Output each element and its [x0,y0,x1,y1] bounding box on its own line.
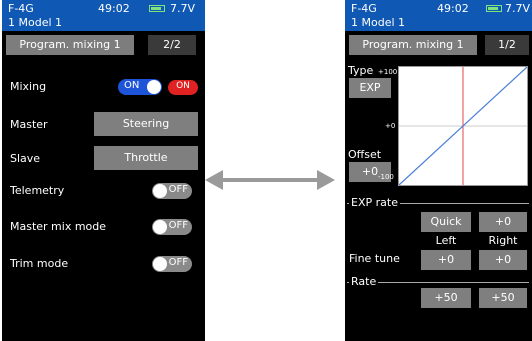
rate-right-button[interactable]: +50 [479,288,527,308]
mix-curve-graph [398,66,528,186]
timer: 49:02 [98,2,130,15]
mix-curve [398,66,528,186]
right-column-label: Right [488,234,518,247]
graph-y-mid-label: +0 [385,122,396,130]
type-label: Type [348,64,374,77]
double-arrow-icon [205,170,335,190]
offset-label: Offset [348,148,382,161]
screen-page-1: F-4G 49:02 7.7V 1 Model 1 Program. mixin… [345,0,532,341]
page-indicator[interactable]: 1/2 [485,35,529,55]
trim-mode-toggle[interactable]: OFF [152,256,192,272]
battery-icon [486,5,502,12]
master-select-button[interactable]: Steering [94,112,198,136]
graph-y-top-label: +100 [378,68,398,76]
model-name: 1 Model 1 [351,16,406,29]
mixing-status-indicator: ON [168,80,198,95]
battery-icon [149,5,165,12]
left-column-label: Left [435,234,457,247]
master-label: Master [10,118,48,131]
mixing-label: Mixing [10,80,47,93]
status-bar: F-4G 49:02 7.7V 1 Model 1 [345,0,532,31]
exp-rate-right-button[interactable]: +0 [479,212,527,232]
trim-mode-label: Trim mode [10,257,69,270]
toggle-knob [153,184,167,198]
page-indicator[interactable]: 2/2 [148,35,196,55]
slave-label: Slave [10,152,41,165]
toggle-knob [153,220,167,234]
system-type: F-4G [8,2,34,15]
fine-tune-left-button[interactable]: +0 [421,250,471,270]
status-bar: F-4G 49:02 7.7V 1 Model 1 [2,0,205,31]
master-mix-mode-toggle[interactable]: OFF [152,219,192,235]
toggle-knob [153,257,167,271]
page-title: Program. mixing 1 [6,35,134,55]
master-mix-mode-label: Master mix mode [10,220,107,233]
system-type: F-4G [351,2,377,15]
voltage: 7.7V [505,2,531,15]
slave-select-button[interactable]: Throttle [94,146,198,170]
telemetry-toggle[interactable]: OFF [152,183,192,199]
voltage: 7.7V [170,2,196,15]
model-name: 1 Model 1 [8,16,63,29]
screen-page-2: F-4G 49:02 7.7V 1 Model 1 Program. mixin… [2,0,205,341]
toggle-knob [147,80,161,94]
fine-tune-right-button[interactable]: +0 [479,250,527,270]
rate-left-button[interactable]: +50 [421,288,471,308]
timer: 49:02 [437,2,469,15]
fine-tune-label: Fine tune [349,252,400,265]
telemetry-label: Telemetry [10,184,65,197]
page-title: Program. mixing 1 [349,35,477,55]
rate-label: Rate [349,275,379,288]
mixing-toggle[interactable]: ON [118,79,162,95]
graph-y-bottom-label: -100 [378,173,394,181]
exp-rate-label: EXP rate [349,196,400,209]
exp-rate-quick-button[interactable]: Quick [421,212,471,232]
type-select-button[interactable]: EXP [349,78,391,98]
